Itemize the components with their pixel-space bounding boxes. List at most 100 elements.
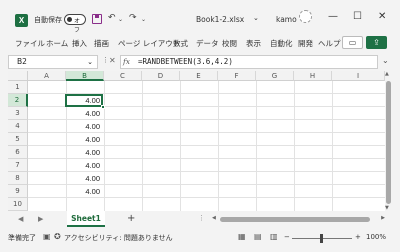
document-title[interactable]: Book1-2.xlsx [196, 15, 244, 24]
zoom-out-button[interactable]: − [284, 233, 290, 241]
name-box-chevron-down-icon[interactable]: ⌄ [87, 56, 93, 68]
cell-b8[interactable]: 4.00 [66, 172, 104, 185]
more-options-icon[interactable]: ⋮ [102, 56, 109, 64]
column-header[interactable]: G [256, 71, 294, 81]
formula-input[interactable]: fx =RANDBETWEEN(3.6,4.2) [120, 55, 378, 69]
row-header[interactable]: 3 [8, 107, 28, 120]
cell-b4[interactable]: 4.00 [66, 120, 104, 133]
status-bar: 準備完了 ▣ ✪ アクセシビリティ: 問題ありません ▦ ▤ ▥ − + 100… [0, 229, 400, 246]
cancel-icon[interactable]: ✕ [109, 56, 116, 65]
fx-icon[interactable]: fx [123, 57, 130, 66]
cell-b9[interactable]: 4.00 [66, 185, 104, 198]
autosave-state: オフ [74, 18, 81, 34]
tab-insert[interactable]: 挿入 [72, 38, 87, 49]
cell-b6[interactable]: 4.00 [66, 146, 104, 159]
zoom-level[interactable]: 100% [366, 233, 386, 241]
undo-icon[interactable]: ↶ [108, 13, 116, 23]
cell-b5[interactable]: 4.00 [66, 133, 104, 146]
cell-b7[interactable]: 4.00 [66, 159, 104, 172]
tab-review[interactable]: 校閲 [222, 38, 237, 49]
accessibility-status[interactable]: アクセシビリティ: 問題ありません [64, 233, 173, 243]
page-break-view-icon[interactable]: ▥ [270, 232, 278, 241]
name-box-value: B2 [17, 57, 27, 66]
row-header[interactable]: 10 [8, 198, 28, 211]
scroll-right-icon[interactable]: ▶ [381, 215, 385, 221]
status-ready: 準備完了 [8, 234, 36, 242]
tab-developer[interactable]: 開発 [298, 38, 313, 49]
normal-view-icon[interactable]: ▦ [238, 232, 246, 241]
row-header[interactable]: 6 [8, 146, 28, 159]
fill-handle[interactable] [101, 105, 105, 109]
scroll-left-icon[interactable]: ◀ [212, 215, 216, 221]
autosave-label: 自動保存 [34, 16, 62, 24]
vertical-scrollbar[interactable]: ▲ ▼ [385, 71, 392, 211]
save-icon[interactable] [92, 14, 102, 24]
column-header[interactable]: I [332, 71, 385, 81]
column-header[interactable]: F [218, 71, 256, 81]
column-header[interactable]: E [180, 71, 218, 81]
tab-view[interactable]: 表示 [246, 38, 261, 49]
tab-formulas[interactable]: 数式 [173, 38, 188, 49]
tab-file[interactable]: ファイル [15, 38, 45, 49]
comments-button[interactable]: ▭ [342, 36, 363, 49]
horizontal-scroll-thumb[interactable] [220, 217, 370, 222]
page-layout-view-icon[interactable]: ▤ [254, 232, 262, 241]
undo-dropdown-icon[interactable]: ⌄ [118, 16, 123, 23]
redo-icon[interactable]: ↷ [129, 13, 137, 23]
grid-line [104, 81, 105, 211]
tab-home[interactable]: ホーム [46, 38, 68, 49]
vertical-scroll-thumb[interactable] [386, 81, 391, 204]
column-header[interactable]: C [104, 71, 142, 81]
tab-data[interactable]: データ [196, 38, 219, 49]
row-header[interactable]: 7 [8, 159, 28, 172]
minimize-icon[interactable]: — [328, 11, 338, 22]
scroll-up-icon[interactable]: ▲ [385, 71, 389, 77]
user-name[interactable]: kamo [276, 15, 297, 24]
grid-line [294, 81, 295, 211]
qa-more-icon[interactable]: ⌄ [141, 16, 146, 23]
macro-record-icon[interactable]: ▣ [43, 232, 51, 241]
next-sheet-icon[interactable]: ▶ [38, 215, 43, 223]
sheet-tab-bar: ◀ ▶ Sheet1 + ⋮ ◀ ▶ [0, 211, 400, 228]
title-bar: X 自動保存 オフ ↶ ⌄ ↷ ⌄ Book1-2.xlsx ⌄ kamo — … [0, 0, 400, 38]
cell-b3[interactable]: 4.00 [66, 107, 104, 120]
tab-help[interactable]: ヘルプ [318, 38, 341, 49]
spreadsheet-grid[interactable]: A B C D E F G H I 1 2 3 4 5 6 7 8 9 10 4… [8, 71, 385, 211]
excel-window: X 自動保存 オフ ↶ ⌄ ↷ ⌄ Book1-2.xlsx ⌄ kamo — … [0, 0, 400, 252]
row-header[interactable]: 1 [8, 81, 28, 94]
sheet-tab-sheet1[interactable]: Sheet1 [67, 211, 105, 227]
formula-text: =RANDBETWEEN(3.6,4.2) [138, 57, 233, 66]
expand-formula-icon[interactable]: ⌄ [382, 56, 389, 65]
grid-line [332, 81, 333, 211]
column-header[interactable]: H [294, 71, 332, 81]
row-header[interactable]: 4 [8, 120, 28, 133]
avatar[interactable] [299, 10, 312, 23]
row-header[interactable]: 8 [8, 172, 28, 185]
horizontal-scrollbar[interactable]: ◀ ▶ [212, 215, 385, 223]
doc-chevron-down-icon[interactable]: ⌄ [253, 14, 259, 22]
grid-line [218, 81, 219, 211]
maximize-icon[interactable]: ☐ [353, 11, 362, 22]
row-header[interactable]: 5 [8, 133, 28, 146]
prev-sheet-icon[interactable]: ◀ [18, 215, 23, 223]
share-button[interactable]: ⇪ [366, 36, 387, 49]
close-icon[interactable]: ✕ [378, 11, 386, 22]
tab-automate[interactable]: 自動化 [270, 38, 293, 49]
column-header-selected[interactable]: B [66, 71, 104, 81]
zoom-slider-thumb[interactable] [320, 234, 323, 243]
column-header[interactable]: A [28, 71, 66, 81]
select-all-corner[interactable] [8, 71, 28, 81]
column-header[interactable]: D [142, 71, 180, 81]
grid-line [180, 81, 181, 211]
name-box[interactable]: B2 ⌄ [8, 55, 98, 69]
add-sheet-button[interactable]: + [127, 213, 135, 224]
row-header[interactable]: 9 [8, 185, 28, 198]
ribbon-tabs: ファイル ホーム 挿入 描画 ページ レイアウト 数式 データ 校閲 表示 自動… [0, 38, 400, 50]
tab-page-layout[interactable]: ページ レイアウト [118, 38, 180, 49]
zoom-in-button[interactable]: + [355, 233, 361, 241]
row-header-selected[interactable]: 2 [8, 94, 28, 107]
autosave-toggle[interactable]: オフ [64, 14, 86, 34]
tab-draw[interactable]: 描画 [94, 38, 109, 49]
accessibility-icon[interactable]: ✪ [54, 232, 61, 241]
more-sheets-icon[interactable]: ⋮ [198, 214, 205, 222]
